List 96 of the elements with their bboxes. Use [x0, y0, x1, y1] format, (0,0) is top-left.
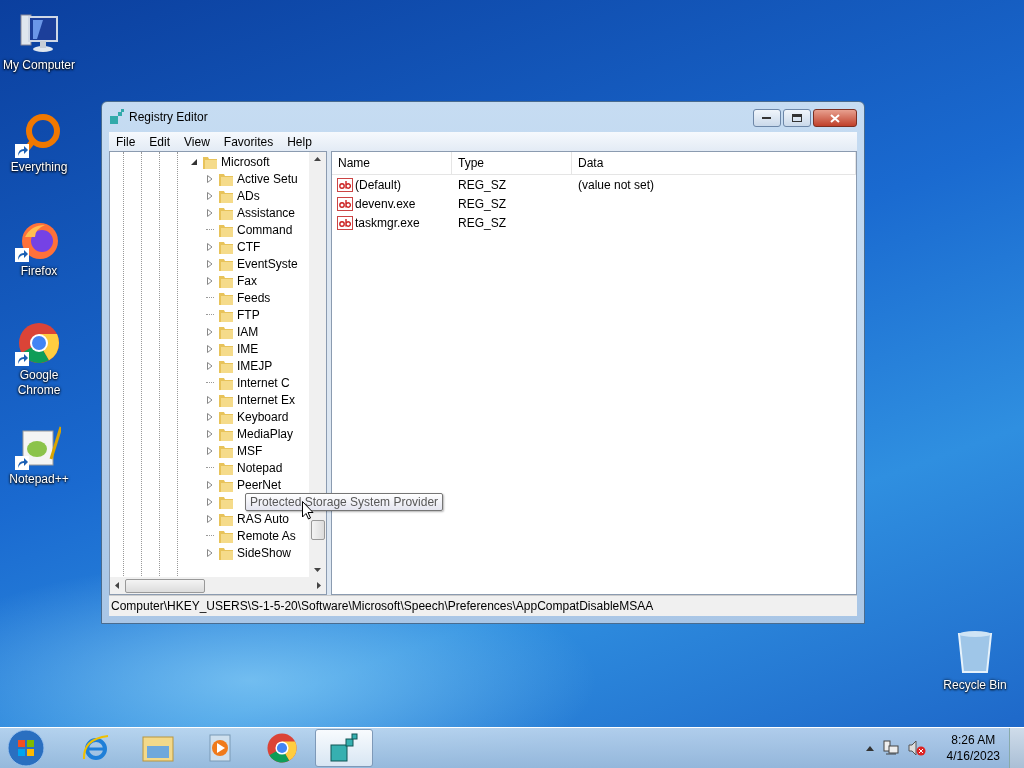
maximize-icon: [792, 113, 802, 123]
menu-item[interactable]: Help: [280, 134, 319, 149]
menu-item[interactable]: View: [177, 134, 217, 149]
tree-item[interactable]: Internet C: [237, 375, 290, 390]
tree-item[interactable]: MSF: [237, 443, 263, 458]
tree-item[interactable]: Fax: [237, 273, 257, 288]
minimize-button[interactable]: [753, 109, 781, 127]
expand-arrow-icon[interactable]: [206, 191, 214, 200]
expand-arrow-icon[interactable]: [206, 174, 214, 183]
chrome-icon: [266, 732, 298, 764]
expand-arrow-icon[interactable]: [206, 276, 214, 285]
desktop-icon-label[interactable]: Firefox: [20, 264, 58, 279]
scroll-thumb[interactable]: [310, 519, 325, 540]
tree-item[interactable]: RAS Auto: [237, 511, 290, 526]
scroll-left-arrow-icon[interactable]: [115, 582, 119, 589]
value-data: (value not set): [578, 177, 655, 192]
tree-item[interactable]: Internet Ex: [237, 392, 296, 407]
expand-arrow-icon[interactable]: [206, 548, 214, 557]
expand-arrow-icon[interactable]: [206, 259, 214, 268]
tree-item[interactable]: ADs: [237, 188, 260, 203]
value-type: REG_SZ: [458, 196, 506, 211]
tree-item[interactable]: Notepad: [237, 460, 283, 475]
muted-speaker-icon[interactable]: [907, 740, 926, 756]
window-title: Registry Editor: [129, 110, 208, 124]
desktop-icon-label[interactable]: Notepad++: [9, 472, 69, 487]
clock-time: 8:26 AM: [951, 732, 996, 748]
tree-item[interactable]: MediaPlay: [237, 426, 294, 441]
value-type: REG_SZ: [458, 215, 506, 230]
expand-arrow-icon[interactable]: [206, 480, 214, 489]
ie-icon: [81, 733, 111, 763]
recycle-bin-icon[interactable]: [955, 630, 995, 676]
value-name[interactable]: (Default): [355, 177, 401, 192]
registry-cubes-icon: [329, 733, 359, 763]
value-name[interactable]: devenv.exe: [355, 196, 416, 211]
tree-item[interactable]: Microsoft: [221, 154, 270, 169]
media-player-icon: [207, 734, 233, 762]
expand-arrow-icon[interactable]: [206, 446, 214, 455]
tooltip: Protected Storage System Provider: [245, 493, 444, 511]
scroll-thumb[interactable]: [125, 578, 205, 593]
show-hidden-icons-arrow-icon[interactable]: [865, 745, 874, 751]
network-icon[interactable]: [882, 740, 899, 756]
expand-arrow-icon[interactable]: [206, 361, 214, 370]
string-value-icon: [337, 177, 353, 192]
scroll-down-arrow-icon[interactable]: [314, 568, 321, 572]
tree-item[interactable]: Remote As: [237, 528, 296, 543]
folder-icon: [142, 734, 174, 762]
tree-item[interactable]: Command: [237, 222, 293, 237]
tree-item[interactable]: Active Setu: [237, 171, 298, 186]
desktop-icon-label[interactable]: Recycle Bin: [943, 678, 1007, 693]
tree-item[interactable]: IME: [237, 341, 259, 356]
expand-arrow-icon[interactable]: [206, 514, 214, 523]
minimize-icon: [762, 116, 772, 120]
scroll-right-arrow-icon[interactable]: [317, 582, 321, 589]
expand-arrow-icon[interactable]: [206, 327, 214, 336]
expand-arrow-icon[interactable]: [206, 412, 214, 421]
string-value-icon: [337, 196, 353, 211]
computer-icon[interactable]: [17, 11, 61, 55]
tree-item[interactable]: IAM: [237, 324, 259, 339]
registry-cubes-icon: [109, 109, 125, 125]
menu-item[interactable]: File: [109, 134, 143, 149]
menu-item[interactable]: Edit: [142, 134, 178, 149]
clock-date: 4/16/2023: [946, 748, 1000, 764]
desktop-icon-label[interactable]: Google Chrome: [0, 368, 78, 398]
close-icon: [830, 113, 840, 123]
tree-item[interactable]: PeerNet: [237, 477, 282, 492]
value-type: REG_SZ: [458, 177, 506, 192]
taskbar-button[interactable]: [315, 729, 373, 767]
expand-arrow-icon[interactable]: [206, 344, 214, 353]
expand-arrow-icon[interactable]: [206, 242, 214, 251]
string-value-icon: [337, 215, 353, 230]
desktop-icon-label[interactable]: My Computer: [3, 58, 75, 73]
expand-arrow-icon[interactable]: [206, 208, 214, 217]
tree-item[interactable]: FTP: [237, 307, 260, 322]
expand-arrow-icon[interactable]: [206, 395, 214, 404]
expand-arrow-icon[interactable]: [206, 429, 214, 438]
close-button[interactable]: [813, 109, 857, 127]
tree-item[interactable]: SideShow: [237, 545, 292, 560]
tree-item[interactable]: CTF: [237, 239, 261, 254]
status-bar: Computer\HKEY_USERS\S-1-5-20\Software\Microsoft\Speech\Preferences\AppCompatDisableMSAA: [109, 595, 857, 616]
horizontal-scrollbar[interactable]: [110, 577, 326, 594]
tree-item[interactable]: Keyboard: [237, 409, 289, 424]
collapse-arrow-icon[interactable]: [190, 157, 198, 166]
tree-item[interactable]: IMEJP: [237, 358, 273, 373]
menu-item[interactable]: Favorites: [216, 134, 281, 149]
scroll-up-arrow-icon[interactable]: [314, 157, 321, 161]
chrome-icon[interactable]: [17, 321, 61, 365]
tree-item[interactable]: Assistance: [237, 205, 296, 220]
value-name[interactable]: taskmgr.exe: [355, 215, 420, 230]
clock[interactable]: 8:26 AM 4/16/2023: [946, 732, 1000, 764]
maximize-button[interactable]: [783, 109, 811, 127]
expand-arrow-icon[interactable]: [206, 497, 214, 506]
desktop-icon-label[interactable]: Everything: [10, 160, 68, 175]
tree-item[interactable]: EventSyste: [237, 256, 298, 271]
tree-item[interactable]: Feeds: [237, 290, 271, 305]
show-desktop-button[interactable]: [1009, 728, 1024, 768]
start-button[interactable]: [7, 729, 45, 767]
